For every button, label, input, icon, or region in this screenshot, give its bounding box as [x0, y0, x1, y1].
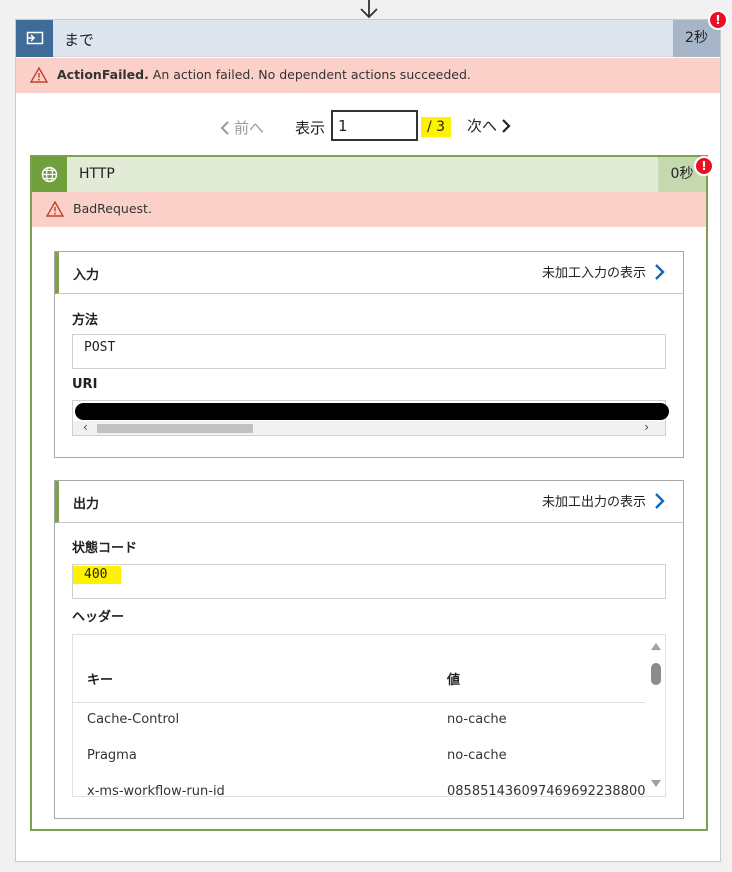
inputs-title: 入力	[73, 268, 100, 283]
headers-divider	[73, 702, 645, 703]
chevron-left-icon	[220, 120, 229, 135]
uri-scroll-thumb[interactable]	[97, 424, 253, 433]
header-value: no-cache	[447, 748, 507, 763]
outputs-section: 出力 未加工出力の表示 状態コード 400 ヘッダー キー 値 Cache-Co…	[54, 480, 684, 819]
chevron-right-icon	[502, 118, 511, 133]
headers-vertical-scrollbar[interactable]	[647, 635, 665, 796]
redacted-uri	[75, 403, 669, 420]
show-raw-inputs-label: 未加工入力の表示	[541, 266, 646, 281]
chevron-right-icon	[655, 492, 665, 509]
status-code-label: 状態コード	[72, 541, 138, 556]
arrow-down-icon	[360, 0, 378, 19]
status-code-field: 400	[72, 564, 666, 599]
headers-table: キー 値 Cache-Control no-cache Pragma no-ca…	[72, 634, 666, 797]
headers-column-key: キー	[87, 673, 114, 688]
pager-next-button[interactable]: 次へ	[467, 115, 511, 136]
show-raw-outputs-link[interactable]: 未加工出力の表示	[542, 491, 665, 510]
header-key: Cache-Control	[87, 712, 180, 727]
until-error-message: An action failed. No dependent actions s…	[148, 67, 471, 82]
until-error-badge: !	[708, 10, 728, 30]
method-label: 方法	[72, 313, 99, 328]
scroll-up-icon[interactable]	[651, 643, 661, 650]
http-action-title: HTTP	[79, 166, 115, 182]
header-key: Pragma	[87, 748, 137, 763]
http-error-badge: !	[694, 156, 714, 176]
until-action-header[interactable]: まで 2秒	[16, 20, 720, 57]
method-value: POST	[84, 340, 116, 355]
http-error-banner: BadRequest.	[32, 192, 706, 227]
scroll-left-icon[interactable]: ‹	[83, 420, 88, 434]
iteration-pager: 前へ 表示 / 3 次へ	[16, 110, 720, 142]
header-value: 08585143609746969223880​0...	[447, 784, 658, 797]
outputs-section-header: 出力 未加工出力の表示	[55, 481, 683, 523]
status-code-value: 400	[84, 567, 108, 582]
pager-next-label: 次へ	[467, 117, 498, 135]
show-raw-inputs-link[interactable]: 未加工入力の表示	[542, 262, 665, 281]
warning-triangle-icon	[46, 201, 64, 217]
outputs-title: 出力	[73, 497, 100, 512]
until-error-text: ActionFailed. An action failed. No depen…	[57, 67, 471, 82]
http-error-code: BadRequest.	[73, 201, 152, 216]
chevron-right-icon	[655, 263, 665, 280]
inputs-section-header: 入力 未加工入力の表示	[55, 252, 683, 294]
scroll-right-icon[interactable]: ›	[644, 420, 649, 434]
headers-label: ヘッダー	[72, 610, 125, 625]
loop-until-icon	[16, 20, 53, 57]
pager-total: / 3	[421, 117, 452, 137]
uri-horizontal-scrollbar[interactable]: ‹ ›	[73, 420, 665, 435]
header-value: no-cache	[447, 712, 507, 727]
until-action-title: まで	[64, 31, 95, 49]
header-key: x-ms-workflow-run-id	[87, 784, 225, 797]
http-action-header[interactable]: HTTP 0秒	[32, 157, 706, 192]
globe-icon	[32, 157, 67, 192]
scroll-down-icon[interactable]	[651, 780, 661, 787]
pager-prev-label: 前へ	[234, 119, 265, 137]
pager-show-label: 表示	[295, 119, 326, 137]
headers-scroll-thumb[interactable]	[651, 663, 661, 685]
until-error-banner: ActionFailed. An action failed. No depen…	[16, 58, 720, 93]
headers-column-value: 値	[447, 673, 461, 688]
until-action-card: まで 2秒 ActionFailed. An action failed. No…	[15, 19, 721, 862]
warning-triangle-icon	[30, 67, 48, 83]
pager-prev-button[interactable]: 前へ	[220, 117, 264, 138]
show-raw-outputs-label: 未加工出力の表示	[541, 495, 646, 510]
http-action-card: HTTP 0秒 BadRequest. 入力 未加工入力の表示 方法 POST …	[30, 155, 708, 831]
method-field: POST	[72, 334, 666, 369]
uri-label: URI	[72, 377, 98, 392]
inputs-section: 入力 未加工入力の表示 方法 POST URI ‹ ›	[54, 251, 684, 458]
until-error-code: ActionFailed.	[57, 67, 149, 82]
pager-page-input[interactable]	[331, 110, 418, 141]
uri-field: ‹ ›	[72, 400, 669, 436]
